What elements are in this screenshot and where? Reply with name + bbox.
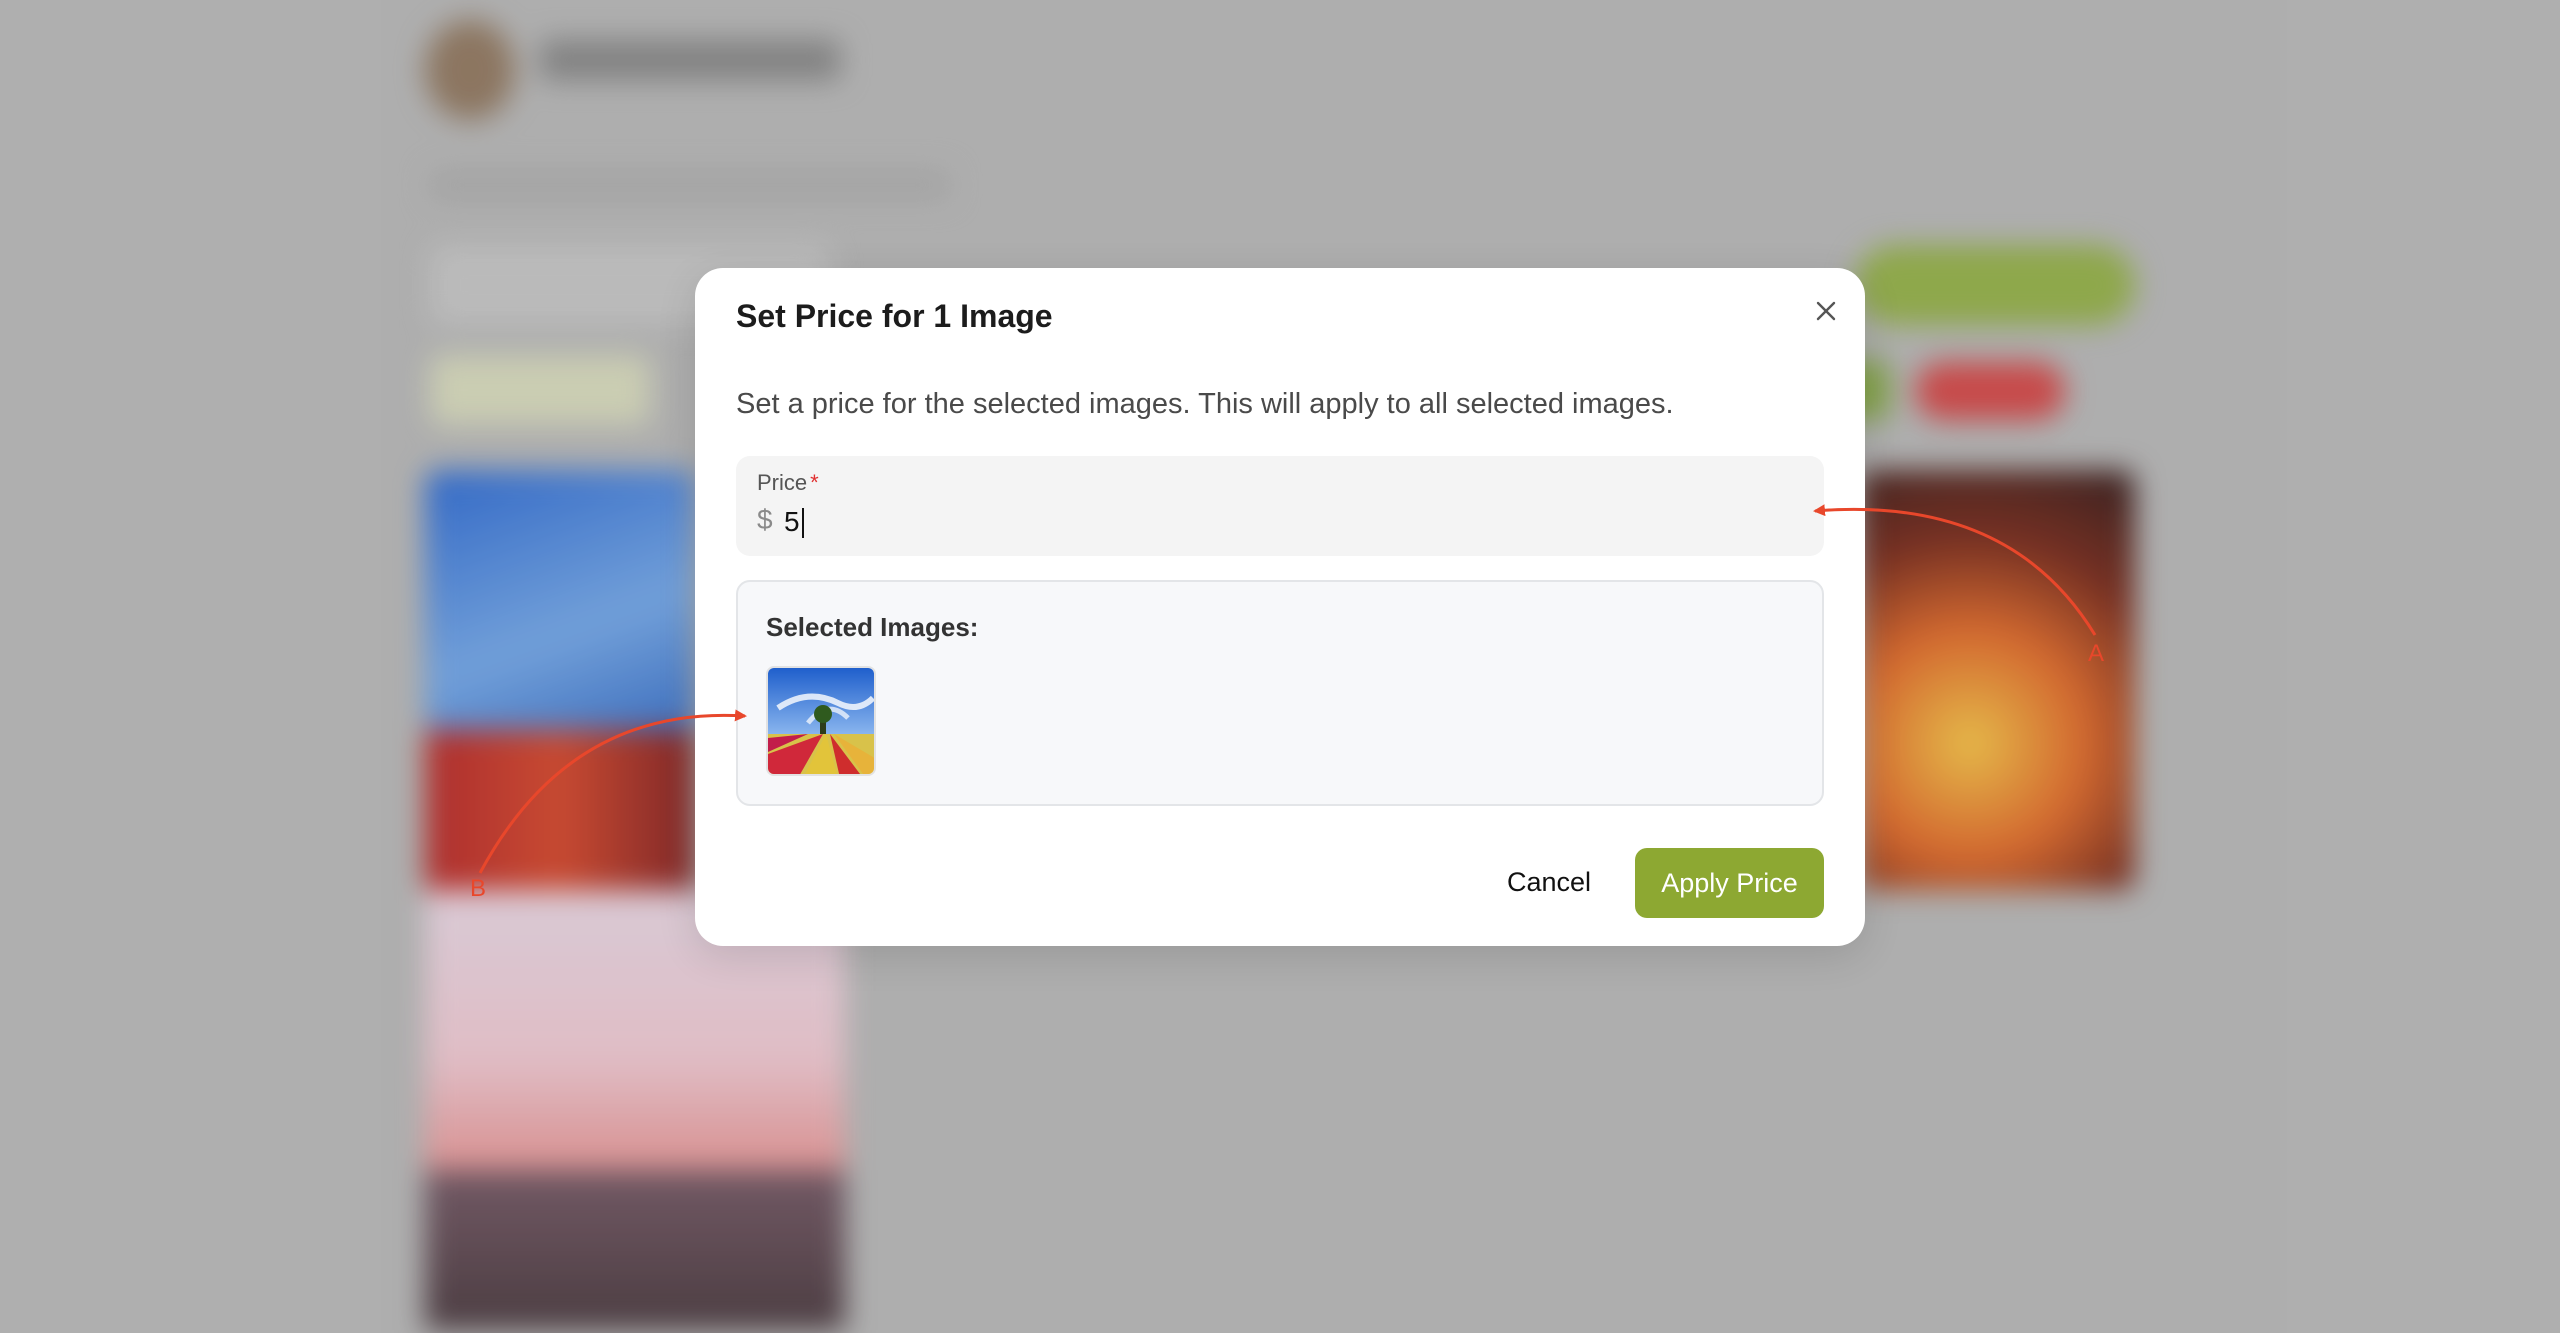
dialog-description: Set a price for the selected images. Thi… bbox=[736, 388, 1674, 420]
required-marker: * bbox=[810, 470, 819, 495]
close-icon bbox=[1816, 301, 1836, 321]
price-input[interactable] bbox=[784, 502, 1284, 542]
selected-images-title: Selected Images: bbox=[766, 612, 979, 642]
selected-image-thumbnail[interactable] bbox=[766, 666, 876, 776]
apply-price-button[interactable]: Apply Price bbox=[1635, 848, 1824, 918]
text-cursor bbox=[802, 508, 804, 538]
cancel-button[interactable]: Cancel bbox=[1479, 848, 1619, 916]
tulip-field-photo bbox=[768, 668, 874, 774]
selected-images-panel: Selected Images: bbox=[736, 580, 1824, 806]
dialog-title: Set Price for 1 Image bbox=[736, 298, 1053, 334]
annotation-label-b: B bbox=[470, 875, 487, 902]
close-button[interactable] bbox=[1805, 290, 1847, 332]
set-price-dialog: Set Price for 1 Image Set a price for th… bbox=[695, 268, 1865, 946]
currency-symbol: $ bbox=[757, 504, 773, 535]
price-label-text: Price bbox=[757, 470, 808, 495]
price-label: Price * bbox=[757, 470, 819, 496]
price-field[interactable]: Price * $ bbox=[736, 456, 1824, 556]
annotation-label-a: A bbox=[2088, 640, 2105, 667]
